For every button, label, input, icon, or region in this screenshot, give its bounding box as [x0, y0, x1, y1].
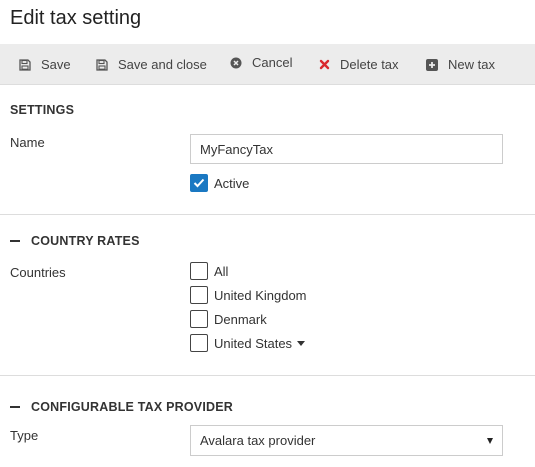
times-circle-icon	[229, 56, 243, 70]
new-tax-button[interactable]: New tax	[425, 44, 495, 85]
tax-provider-title: CONFIGURABLE TAX PROVIDER	[31, 400, 233, 414]
floppy-disk-icon	[95, 58, 109, 72]
toolbar: Save Save and close Cancel Delete tax Ne…	[0, 44, 535, 85]
save-button-label: Save	[41, 57, 71, 72]
active-label: Active	[214, 175, 250, 191]
collapse-dash-icon	[10, 240, 20, 242]
collapse-dash-icon	[10, 406, 20, 408]
type-label: Type	[10, 428, 39, 443]
cancel-button[interactable]: Cancel	[229, 42, 292, 83]
country-option-united-kingdom[interactable]: United Kingdom	[190, 286, 307, 304]
page-title: Edit tax setting	[10, 7, 142, 29]
countries-label: Countries	[10, 265, 66, 280]
country-option-label: United Kingdom	[214, 287, 307, 303]
section-divider	[0, 375, 535, 376]
checkmark-icon	[193, 178, 205, 188]
checkbox[interactable]	[190, 286, 208, 304]
save-and-close-button[interactable]: Save and close	[95, 44, 207, 85]
plus-square-icon	[425, 58, 439, 72]
country-option-label: Denmark	[214, 311, 267, 327]
dropdown-arrow-icon	[487, 438, 493, 444]
delete-tax-button[interactable]: Delete tax	[317, 44, 399, 85]
section-divider	[0, 214, 535, 215]
country-option-united-states[interactable]: United States	[190, 334, 306, 352]
active-checkbox-row[interactable]: Active	[190, 174, 249, 192]
floppy-disk-icon	[18, 58, 32, 72]
tax-provider-select[interactable]: Avalara tax provider	[190, 425, 503, 456]
settings-section-title: SETTINGS	[10, 103, 75, 117]
cancel-label: Cancel	[252, 55, 293, 70]
checkbox[interactable]	[190, 262, 208, 280]
checkbox[interactable]	[190, 334, 208, 352]
new-tax-label: New tax	[448, 57, 495, 72]
caret-down-icon[interactable]	[297, 340, 306, 346]
country-rates-title: COUNTRY RATES	[31, 234, 140, 248]
save-button[interactable]: Save	[18, 44, 71, 85]
name-input[interactable]	[190, 134, 503, 164]
header: Edit tax setting	[0, 0, 535, 44]
country-option-label: All	[214, 263, 229, 279]
save-and-close-label: Save and close	[118, 57, 207, 72]
country-rates-section-header[interactable]: COUNTRY RATES	[10, 234, 140, 248]
tax-provider-section-header[interactable]: CONFIGURABLE TAX PROVIDER	[10, 400, 233, 414]
delete-tax-label: Delete tax	[340, 57, 399, 72]
red-x-icon	[317, 58, 331, 72]
active-checkbox[interactable]	[190, 174, 208, 192]
tax-provider-select-value: Avalara tax provider	[200, 433, 316, 448]
name-label: Name	[10, 135, 45, 150]
checkbox[interactable]	[190, 310, 208, 328]
country-option-all[interactable]: All	[190, 262, 228, 280]
country-option-denmark[interactable]: Denmark	[190, 310, 267, 328]
country-option-label: United States	[214, 335, 293, 351]
